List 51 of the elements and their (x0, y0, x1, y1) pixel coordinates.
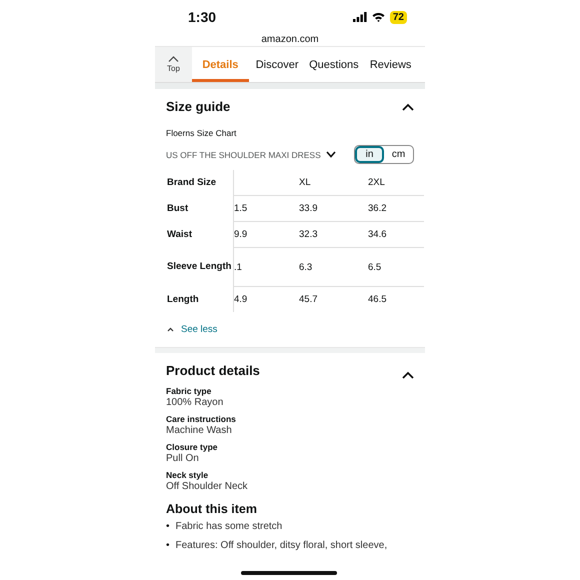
see-less-link[interactable]: See less (167, 324, 218, 335)
detail-value: Pull On (166, 453, 200, 464)
table-cell: .1 (234, 262, 242, 272)
detail-label: Neck style (166, 470, 210, 480)
status-time: 1:30 (188, 9, 218, 25)
section-title: About this item (166, 502, 258, 516)
product-dropdown[interactable]: US OFF THE SHOULDER MAXI DRESS (166, 150, 336, 160)
table-cell: 6.3 (299, 262, 312, 272)
top-button[interactable]: Top (155, 47, 192, 82)
table-cell: 9.9 (234, 229, 248, 240)
detail-label: Fabric type (166, 386, 212, 396)
table-cell: XL (299, 177, 311, 188)
table-cell: 32.3 (299, 229, 318, 240)
table-cell: 45.7 (299, 294, 318, 305)
unit-option[interactable]: in (355, 146, 384, 163)
section-title: Size guide (166, 99, 230, 114)
tab[interactable]: Questions (306, 47, 362, 82)
row-header: Bust (167, 202, 188, 214)
battery-level: 72 (390, 10, 407, 24)
wifi-icon (372, 12, 385, 22)
table-cell: 34.6 (368, 229, 386, 240)
table-cell: 46.5 (368, 294, 386, 305)
table-cell: 1.5 (234, 203, 248, 214)
table-cell: 33.9 (299, 203, 318, 214)
bullet-text: Features: Off shoulder, ditsy floral, short sleeve, (176, 539, 388, 552)
caret-icon (168, 56, 179, 62)
detail-value: Machine Wash (166, 425, 233, 436)
table-cell: 6.5 (368, 262, 382, 272)
row-header: Waist (167, 228, 192, 240)
chevron-down-icon (326, 151, 336, 158)
signal-icon (352, 12, 367, 22)
bullet-text: Fabric has some stretch (176, 520, 282, 533)
detail-label: Closure type (166, 442, 218, 452)
chart-name: Floerns Size Chart (166, 128, 238, 138)
row-header: Length (167, 294, 199, 305)
section-title: Product details (166, 363, 260, 378)
bullet-marker: • (166, 539, 170, 552)
unit-option[interactable]: cm (384, 146, 413, 163)
tab[interactable]: Reviews (362, 47, 419, 82)
tab[interactable]: Discover (248, 47, 306, 82)
row-header: Brand Size (167, 176, 216, 188)
caret-icon (167, 327, 174, 332)
table-cell: 36.2 (368, 203, 386, 214)
address-text: amazon.com (260, 34, 320, 45)
table-cell: 4.9 (234, 294, 248, 305)
row-header: Sleeve Length (167, 261, 232, 272)
table-cell: 2XL (368, 177, 385, 188)
detail-value: 100% Rayon (166, 397, 224, 408)
detail-value: Off Shoulder Neck (166, 481, 249, 492)
detail-label: Care instructions (166, 414, 237, 424)
bullet-marker: • (166, 520, 170, 533)
